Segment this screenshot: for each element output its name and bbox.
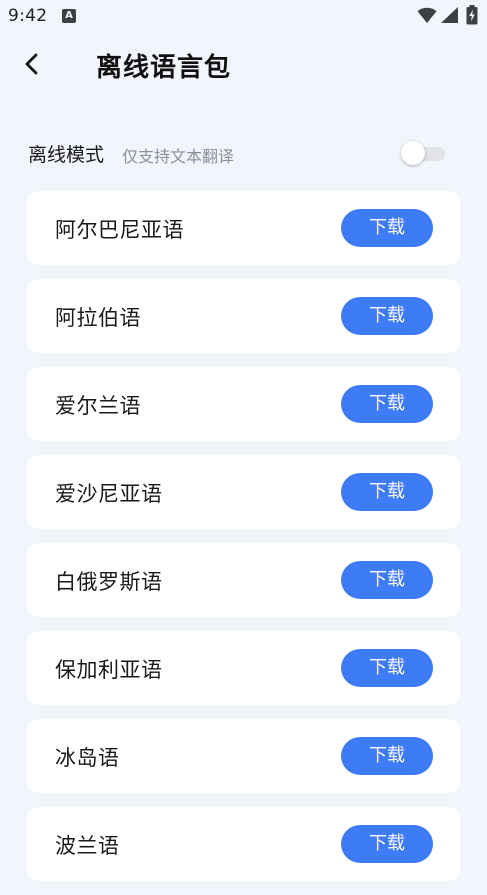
language-name: 白俄罗斯语 xyxy=(55,570,163,594)
download-button[interactable]: 下载 xyxy=(341,737,433,775)
download-button[interactable]: 下载 xyxy=(341,825,433,863)
offline-mode-hint: 仅支持文本翻译 xyxy=(122,147,235,166)
language-item: 阿拉伯语 下载 xyxy=(27,279,460,353)
language-name: 爱尔兰语 xyxy=(55,394,141,418)
offline-mode-label: 离线模式 xyxy=(28,144,105,166)
language-list: 阿尔巴尼亚语 下载 阿拉伯语 下载 爱尔兰语 下载 爱沙尼亚语 下载 白俄罗斯语… xyxy=(27,191,460,895)
language-item: 冰岛语 下载 xyxy=(27,719,460,793)
battery-charging-icon xyxy=(466,5,478,29)
signal-icon xyxy=(440,6,460,28)
language-name: 阿尔巴尼亚语 xyxy=(55,218,184,242)
text-a-icon: A xyxy=(62,9,76,23)
download-button[interactable]: 下载 xyxy=(341,649,433,687)
wifi-icon xyxy=(417,6,437,28)
download-button[interactable]: 下载 xyxy=(341,297,433,335)
page-title: 离线语言包 xyxy=(96,53,232,83)
toggle-knob xyxy=(401,141,425,165)
language-name: 爱沙尼亚语 xyxy=(55,482,163,506)
back-button[interactable] xyxy=(16,50,48,82)
download-button[interactable]: 下载 xyxy=(341,561,433,599)
download-button[interactable]: 下载 xyxy=(341,385,433,423)
language-item: 保加利亚语 下载 xyxy=(27,631,460,705)
language-item: 爱尔兰语 下载 xyxy=(27,367,460,441)
language-item: 爱沙尼亚语 下载 xyxy=(27,455,460,529)
status-bar: 9:42 A xyxy=(0,0,487,34)
download-button[interactable]: 下载 xyxy=(341,473,433,511)
language-name: 冰岛语 xyxy=(55,746,120,770)
status-time: 9:42 xyxy=(8,6,48,26)
offline-mode-toggle[interactable] xyxy=(401,140,445,165)
app-header: 离线语言包 xyxy=(0,34,487,100)
language-item: 阿尔巴尼亚语 下载 xyxy=(27,191,460,265)
language-name: 阿拉伯语 xyxy=(55,306,141,330)
chevron-left-icon xyxy=(24,53,40,79)
offline-mode-row: 离线模式 仅支持文本翻译 xyxy=(28,136,459,170)
download-button[interactable]: 下载 xyxy=(341,209,433,247)
language-item: 波兰语 下载 xyxy=(27,807,460,881)
language-item: 白俄罗斯语 下载 xyxy=(27,543,460,617)
language-name: 保加利亚语 xyxy=(55,658,163,682)
language-name: 波兰语 xyxy=(55,834,120,858)
